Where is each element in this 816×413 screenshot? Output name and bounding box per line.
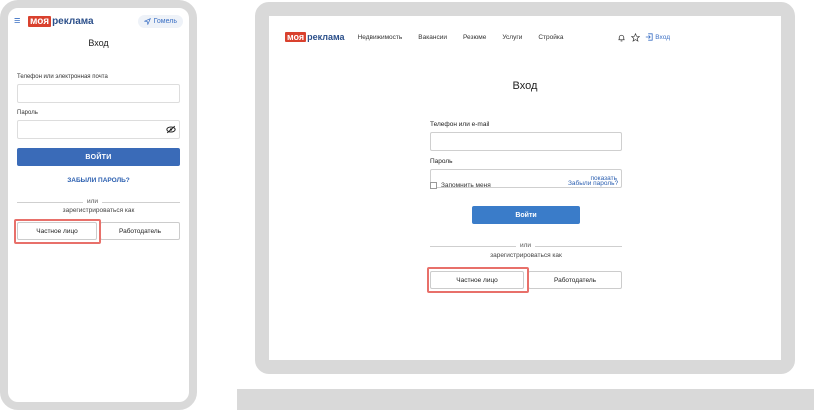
desktop-logo[interactable]: моя реклама xyxy=(285,32,345,42)
desktop-employer-button[interactable]: Работодатель xyxy=(528,271,622,289)
nav-item-vacancies[interactable]: Вакансии xyxy=(418,34,447,41)
nav-item-construction[interactable]: Стройка xyxy=(538,34,563,41)
nav-item-resume[interactable]: Резюме xyxy=(463,34,486,41)
login-link[interactable]: Вход xyxy=(645,33,670,41)
desktop-highlight-frame xyxy=(427,267,529,293)
mobile-phone-label: Телефон или электронная почта xyxy=(17,74,108,80)
desktop-register-as-text: зарегистрироваться как xyxy=(490,252,562,259)
logo-box: моя xyxy=(28,15,52,27)
star-icon[interactable] xyxy=(631,32,641,42)
login-link-label: Вход xyxy=(655,33,670,41)
logo-text: реклама xyxy=(52,15,94,27)
mobile-page-title: Вход xyxy=(88,38,109,48)
mobile-highlight-frame xyxy=(14,219,101,244)
city-label: Гомель xyxy=(153,17,177,25)
mobile-employer-button[interactable]: Работодатель xyxy=(100,222,180,240)
mobile-password-input[interactable] xyxy=(17,120,180,139)
mobile-logo[interactable]: моя реклама xyxy=(28,15,94,27)
remember-me-checkbox[interactable]: Запомнить меня xyxy=(430,182,491,189)
nav-item-services[interactable]: Услуги xyxy=(502,34,522,41)
desktop-nav-menu: Недвижимость Вакансии Резюме Услуги Стро… xyxy=(358,34,564,41)
remember-me-label: Запомнить меня xyxy=(441,182,491,189)
desktop-forgot-password-link[interactable]: Забыли пароль? xyxy=(568,180,618,187)
mobile-register-as-text: зарегистрироваться как xyxy=(62,207,135,214)
desktop-password-label: Пароль xyxy=(430,158,453,165)
mobile-phone-input[interactable] xyxy=(17,84,180,103)
nav-item-realty[interactable]: Недвижимость xyxy=(358,34,403,41)
desktop-header-actions: Вход xyxy=(617,32,670,42)
mobile-forgot-password-link[interactable]: ЗАБЫЛИ ПАРОЛЬ? xyxy=(17,177,180,184)
location-arrow-icon xyxy=(143,17,151,25)
hamburger-icon[interactable]: ≡ xyxy=(14,15,28,27)
desktop-or-text: или xyxy=(516,242,536,249)
desktop-phone-label: Телефон или e-mail xyxy=(430,121,490,128)
laptop-screen: моя реклама Недвижимость Вакансии Резюме… xyxy=(269,16,781,360)
city-selector[interactable]: Гомель xyxy=(137,14,183,28)
mobile-or-text: или xyxy=(83,198,103,205)
laptop-base xyxy=(237,389,814,410)
checkbox-box[interactable] xyxy=(430,182,437,189)
mobile-header: ≡ моя реклама Гомель xyxy=(8,8,189,34)
phone-frame: ≡ моя реклама Гомель Вход Телефон или эл… xyxy=(0,0,197,410)
laptop-frame: моя реклама Недвижимость Вакансии Резюме… xyxy=(255,2,795,374)
desktop-login-button[interactable]: Войти xyxy=(472,206,580,224)
mobile-password-label: Пароль xyxy=(17,110,38,116)
bell-icon[interactable] xyxy=(617,33,626,42)
desktop-phone-input[interactable] xyxy=(430,132,622,151)
logo-text: реклама xyxy=(307,32,345,42)
mobile-login-button[interactable]: ВОЙТИ xyxy=(17,148,180,166)
desktop-page-title: Вход xyxy=(512,80,538,92)
desktop-header: моя реклама Недвижимость Вакансии Резюме… xyxy=(285,30,765,44)
login-icon xyxy=(646,33,653,41)
logo-box: моя xyxy=(285,32,307,42)
eye-slash-icon[interactable] xyxy=(166,125,176,134)
